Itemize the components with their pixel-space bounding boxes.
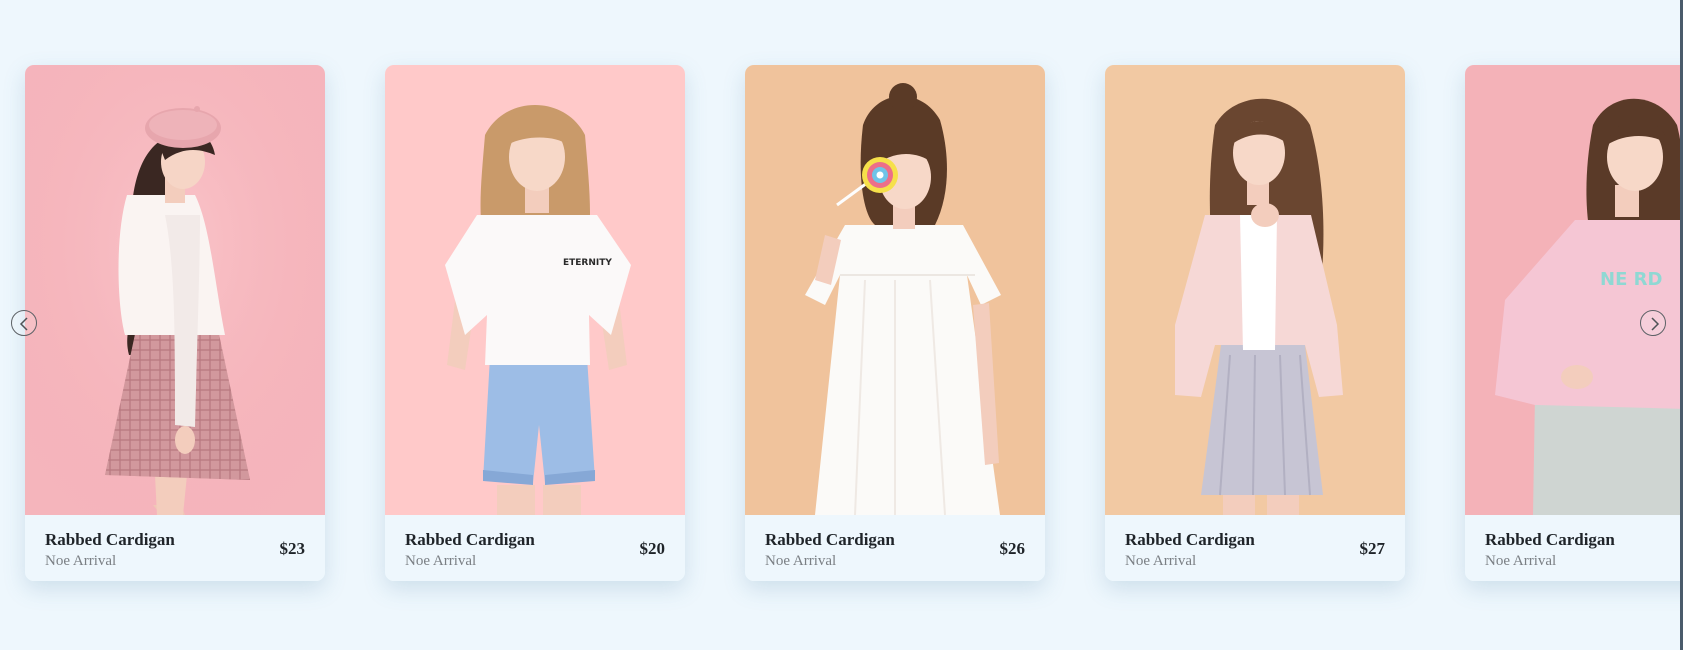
product-info: Rabbed Cardigan Noe Arrival [1465,515,1683,581]
product-image[interactable]: NE RD [1465,65,1683,515]
carousel-prev-button[interactable] [11,310,37,336]
product-subtitle: Noe Arrival [1125,553,1197,569]
product-price: $27 [1359,539,1386,558]
carousel-next-button[interactable] [1640,310,1666,336]
product-title: Rabbed Cardigan [765,530,895,549]
tee-print-text: ETERNITY [563,258,612,268]
product-image[interactable] [1105,65,1405,515]
sweatshirt-print-text: NE RD [1600,269,1662,290]
product-info: Rabbed Cardigan Noe Arrival $20 [385,515,685,581]
chevron-left-icon [19,317,28,331]
chevron-right-icon [1651,317,1660,331]
product-title: Rabbed Cardigan [45,530,175,549]
product-price: $23 [279,539,306,558]
product-subtitle: Noe Arrival [1485,553,1557,569]
product-price: $20 [639,539,666,558]
product-info: Rabbed Cardigan Noe Arrival $23 [25,515,325,581]
product-card[interactable]: Rabbed Cardigan Noe Arrival $26 [745,65,1045,581]
product-price: $26 [999,539,1026,558]
product-card[interactable]: Rabbed Cardigan Noe Arrival $27 [1105,65,1405,581]
product-subtitle: Noe Arrival [405,553,477,569]
product-title: Rabbed Cardigan [405,530,535,549]
product-image[interactable] [25,65,325,515]
product-carousel: Rabbed Cardigan Noe Arrival $23 ETERNITY… [0,0,1683,650]
product-subtitle: Noe Arrival [765,553,837,569]
product-card[interactable]: Rabbed Cardigan Noe Arrival $23 [25,65,325,581]
product-info: Rabbed Cardigan Noe Arrival $27 [1105,515,1405,581]
product-title: Rabbed Cardigan [1125,530,1255,549]
product-info: Rabbed Cardigan Noe Arrival $26 [745,515,1045,581]
product-card[interactable]: ETERNITY Rabbed Cardigan Noe Arrival $20 [385,65,685,581]
product-image[interactable] [745,65,1045,515]
product-title: Rabbed Cardigan [1485,530,1615,549]
product-image[interactable]: ETERNITY [385,65,685,515]
product-subtitle: Noe Arrival [45,553,117,569]
